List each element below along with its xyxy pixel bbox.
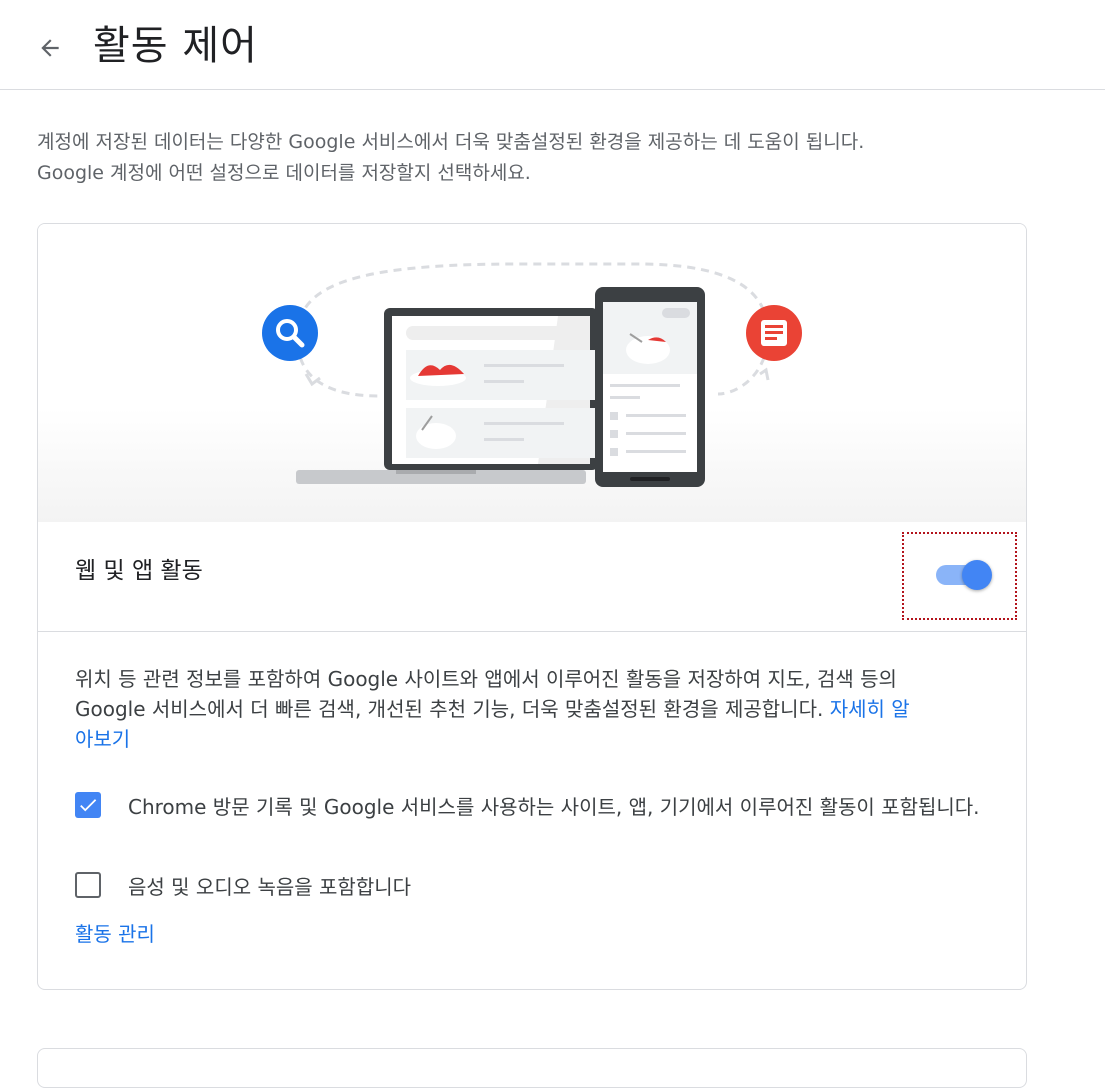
audio-recording-checkbox[interactable]: [75, 872, 101, 898]
next-activity-card: [37, 1048, 1027, 1088]
toggle-thumb: [962, 560, 992, 590]
intro-line-1: 계정에 저장된 데이터는 다양한 Google 서비스에서 더욱 맞춤설정된 환…: [37, 131, 865, 153]
checkbox-row-audio: 음성 및 오디오 녹음을 포함합니다: [75, 872, 995, 902]
checkbox-row-chrome-history: Chrome 방문 기록 및 Google 서비스를 사용하는 사이트, 앱, …: [75, 792, 995, 822]
activity-description: 위치 등 관련 정보를 포함하여 Google 사이트와 앱에서 이루어진 활동…: [75, 664, 915, 754]
checkmark-icon: [80, 799, 97, 812]
arrow-left-icon: [41, 39, 59, 57]
article-icon: [746, 305, 802, 361]
search-icon: [262, 305, 318, 361]
activity-illustration: [38, 224, 1026, 522]
description-text: 위치 등 관련 정보를 포함하여 Google 사이트와 앱에서 이루어진 활동…: [75, 667, 897, 721]
page-title: 활동 제어: [93, 23, 258, 69]
chrome-history-checkbox[interactable]: [75, 792, 101, 818]
checkbox-label: 음성 및 오디오 녹음을 포함합니다: [128, 875, 412, 899]
checkbox-label: Chrome 방문 기록 및 Google 서비스를 사용하는 사이트, 앱, …: [128, 795, 980, 819]
toggle-label: 웹 및 앱 활동: [75, 558, 203, 584]
back-button[interactable]: [30, 28, 70, 68]
manage-activity-link[interactable]: 활동 관리: [75, 919, 155, 949]
page-header: 활동 제어: [0, 0, 1105, 90]
intro-line-2: Google 계정에 어떤 설정으로 데이터를 저장할지 선택하세요.: [37, 162, 531, 184]
web-app-activity-card: 웹 및 앱 활동 위치 등 관련 정보를 포함하여 Google 사이트와 앱에…: [37, 223, 1027, 990]
laptop-icon: [296, 308, 606, 484]
phone-icon: [595, 287, 705, 487]
intro-text: 계정에 저장된 데이터는 다양한 Google 서비스에서 더욱 맞춤설정된 환…: [37, 127, 1037, 189]
web-app-activity-toggle-row: 웹 및 앱 활동: [38, 522, 1026, 632]
web-app-activity-toggle[interactable]: [934, 558, 992, 590]
